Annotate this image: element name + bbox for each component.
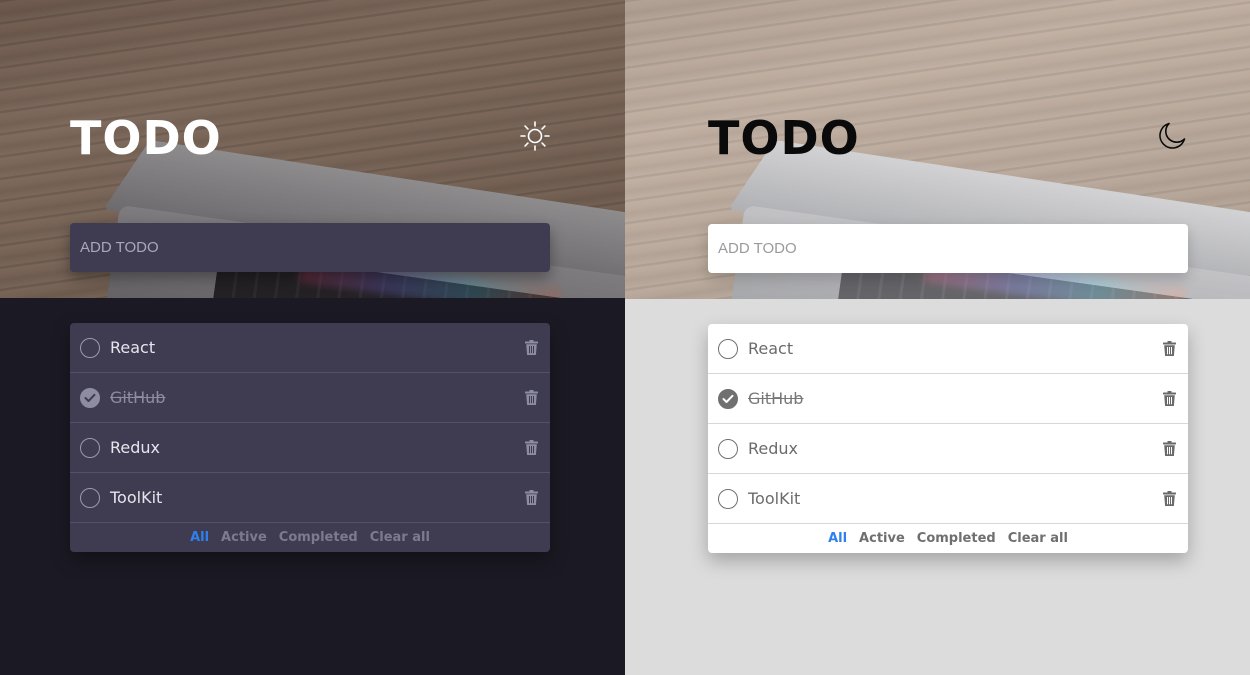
trash-icon[interactable] — [523, 439, 539, 457]
todo-item: Redux — [708, 424, 1188, 474]
trash-icon[interactable] — [523, 339, 539, 357]
todo-list: React GitHub Redux ToolKit All Active Co… — [70, 323, 550, 552]
todo-label: React — [110, 338, 156, 357]
light-theme-panel: TODO React GitHub Redux — [625, 0, 1250, 675]
app-title: TODO — [70, 111, 222, 165]
trash-icon[interactable] — [1161, 390, 1177, 408]
checkmark-icon — [84, 393, 96, 402]
add-todo-box — [708, 224, 1188, 273]
todo-checkbox-checked[interactable] — [718, 388, 738, 409]
todo-label: ToolKit — [748, 489, 801, 508]
filter-all[interactable]: All — [828, 531, 847, 546]
todo-checkbox[interactable] — [80, 337, 100, 358]
trash-icon[interactable] — [523, 489, 539, 507]
todo-item: Redux — [70, 423, 550, 473]
trash-icon[interactable] — [1161, 490, 1177, 508]
trash-icon[interactable] — [1161, 440, 1177, 458]
todo-item: ToolKit — [708, 474, 1188, 524]
todo-label: Redux — [110, 438, 161, 457]
todo-checkbox-checked[interactable] — [80, 387, 100, 408]
trash-icon[interactable] — [523, 389, 539, 407]
app-title: TODO — [708, 111, 860, 165]
filter-all[interactable]: All — [190, 530, 209, 545]
clear-all-button[interactable]: Clear all — [1008, 531, 1068, 546]
todo-item: React — [70, 323, 550, 373]
dark-theme-panel: TODO React GitHub — [0, 0, 625, 675]
todo-checkbox[interactable] — [718, 488, 738, 509]
todo-checkbox[interactable] — [718, 338, 738, 359]
todo-label: React — [748, 339, 794, 358]
todo-checkbox[interactable] — [80, 487, 100, 508]
filter-completed[interactable]: Completed — [917, 531, 996, 546]
filter-bar: All Active Completed Clear all — [70, 523, 550, 552]
todo-item: React — [708, 324, 1188, 374]
trash-icon[interactable] — [1161, 340, 1177, 358]
filter-completed[interactable]: Completed — [279, 530, 358, 545]
clear-all-button[interactable]: Clear all — [370, 530, 430, 545]
todo-checkbox[interactable] — [80, 437, 100, 458]
todo-checkbox[interactable] — [718, 438, 738, 459]
todo-list: React GitHub Redux ToolKit All Active Co… — [708, 324, 1188, 553]
moon-icon[interactable] — [1154, 118, 1190, 154]
checkmark-icon — [722, 394, 734, 403]
todo-item: GitHub — [708, 374, 1188, 424]
add-todo-input[interactable] — [70, 239, 550, 256]
todo-label: GitHub — [748, 389, 804, 408]
sun-icon[interactable] — [517, 118, 553, 154]
filter-active[interactable]: Active — [859, 531, 905, 546]
todo-item: ToolKit — [70, 473, 550, 523]
todo-label: Redux — [748, 439, 799, 458]
todo-item: GitHub — [70, 373, 550, 423]
todo-label: GitHub — [110, 388, 166, 407]
add-todo-box — [70, 223, 550, 272]
filter-active[interactable]: Active — [221, 530, 267, 545]
filter-bar: All Active Completed Clear all — [708, 524, 1188, 553]
add-todo-input[interactable] — [708, 240, 1188, 257]
todo-label: ToolKit — [110, 488, 163, 507]
